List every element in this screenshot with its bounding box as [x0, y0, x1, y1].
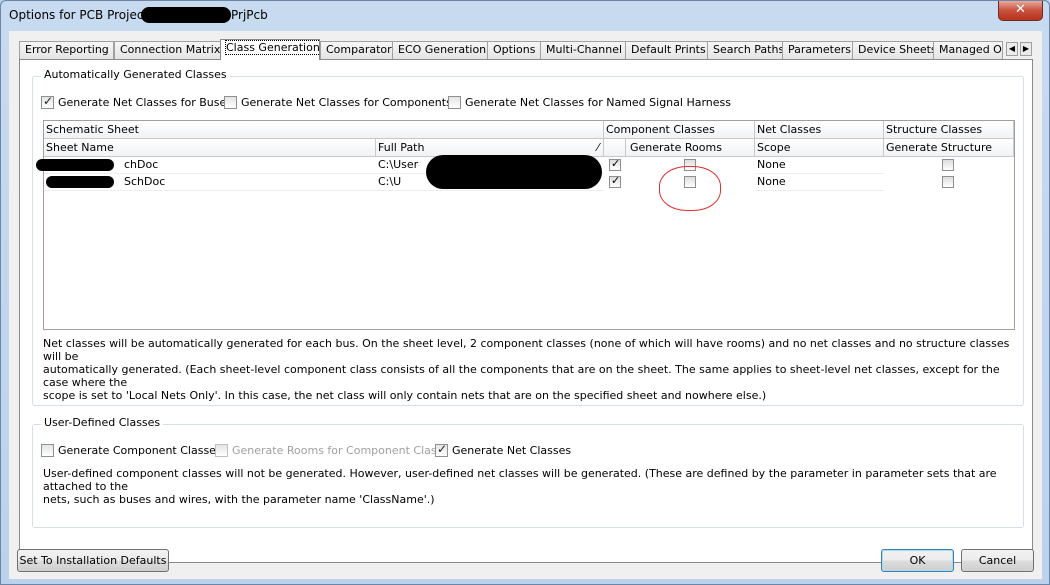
- tab-strip: Error Reporting Connection Matrix Class …: [19, 39, 1041, 60]
- tab-eco-generation[interactable]: ECO Generation: [392, 41, 488, 59]
- header-scope[interactable]: Scope: [755, 139, 884, 157]
- annotation-circle: [659, 166, 721, 211]
- sheet-name-redaction: [36, 159, 114, 171]
- component-class-checkbox[interactable]: [609, 157, 621, 171]
- sheet-class-grid: Schematic Sheet Component Classes Net Cl…: [36, 120, 1015, 330]
- checkbox-box: [41, 444, 54, 457]
- tab-connection-matrix[interactable]: Connection Matrix: [114, 41, 221, 59]
- auto-classes-label: Automatically Generated Classes: [41, 68, 230, 81]
- component-class-checkbox[interactable]: [609, 174, 621, 188]
- tab-options[interactable]: Options: [487, 41, 541, 59]
- tab-multi-channel[interactable]: Multi-Channel: [540, 41, 626, 59]
- tab-comparator[interactable]: Comparator: [320, 41, 393, 59]
- checkbox-box: [215, 444, 228, 457]
- class-generation-panel: Automatically Generated Classes Generate…: [19, 59, 1033, 563]
- gen-net-classes-harness-checkbox[interactable]: Generate Net Classes for Named Signal Ha…: [448, 96, 731, 109]
- tab-parameters[interactable]: Parameters: [782, 41, 853, 59]
- gen-net-classes-buses-checkbox[interactable]: Generate Net Classes for Buses: [41, 94, 232, 109]
- tab-search-paths[interactable]: Search Paths: [707, 41, 783, 59]
- checkbox-box: [435, 442, 448, 457]
- tab-managed-outputs[interactable]: Managed O: [933, 41, 1003, 59]
- header-net-classes: Net Classes: [755, 121, 884, 139]
- title-redaction: [141, 7, 231, 23]
- header-sheet-name[interactable]: Sheet Name: [44, 139, 376, 157]
- gen-net-classes-components-checkbox[interactable]: Generate Net Classes for Components: [224, 96, 452, 109]
- header-component-check: [604, 139, 626, 157]
- tab-error-reporting[interactable]: Error Reporting: [19, 41, 114, 59]
- window-title-prefix: Options for PCB Projec: [9, 8, 144, 22]
- header-generate-rooms[interactable]: Generate Rooms: [626, 139, 755, 157]
- dialog-client: Error Reporting Connection Matrix Class …: [9, 31, 1042, 579]
- header-structure-classes: Structure Classes: [884, 121, 1014, 139]
- header-generate-structure[interactable]: Generate Structure: [884, 139, 1014, 157]
- close-button[interactable]: ✕: [998, 1, 1043, 21]
- set-installation-defaults-button[interactable]: Set To Installation Defaults: [17, 549, 169, 572]
- checkbox-box: [224, 96, 237, 109]
- sort-icon: ⁄: [597, 141, 599, 154]
- checkbox-box: [41, 94, 54, 109]
- generate-structure-checkbox[interactable]: [942, 176, 954, 188]
- gen-net-classes-checkbox[interactable]: Generate Net Classes: [435, 442, 571, 457]
- checkbox-box: [448, 96, 461, 109]
- tab-device-sheets[interactable]: Device Sheets: [852, 41, 934, 59]
- user-classes-group: User-Defined Classes Generate Component …: [32, 416, 1024, 528]
- window-title-suffix: PrjPcb: [231, 8, 268, 22]
- auto-description: Net classes will be automatically genera…: [43, 337, 1010, 402]
- tab-default-prints[interactable]: Default Prints: [625, 41, 708, 59]
- ok-button[interactable]: OK: [881, 549, 954, 572]
- header-component-classes: Component Classes: [604, 121, 755, 139]
- scope-cell[interactable]: None: [755, 157, 884, 174]
- gen-rooms-checkbox[interactable]: Generate Rooms for Component Class: [215, 444, 442, 457]
- auto-classes-group: Automatically Generated Classes Generate…: [32, 68, 1024, 406]
- options-dialog: Options for PCB Projec PrjPcb ✕ Error Re…: [0, 0, 1050, 585]
- generate-structure-checkbox[interactable]: [942, 159, 954, 171]
- tab-scroll-left-icon[interactable]: ◀: [1006, 42, 1018, 56]
- scope-cell[interactable]: None: [755, 174, 884, 191]
- cancel-button[interactable]: Cancel: [961, 549, 1034, 572]
- user-description: User-defined component classes will not …: [43, 467, 997, 506]
- gen-component-classes-checkbox[interactable]: Generate Component Classes: [41, 444, 222, 457]
- tab-class-generation[interactable]: Class Generation: [220, 39, 320, 60]
- sheet-name-redaction: [46, 176, 114, 188]
- tab-scroll-right-icon[interactable]: ▶: [1020, 42, 1032, 56]
- title-bar[interactable]: Options for PCB Projec PrjPcb ✕: [1, 1, 1049, 31]
- user-classes-label: User-Defined Classes: [41, 416, 164, 429]
- full-path-redaction: [426, 155, 602, 189]
- header-schematic-sheet: Schematic Sheet: [44, 121, 604, 139]
